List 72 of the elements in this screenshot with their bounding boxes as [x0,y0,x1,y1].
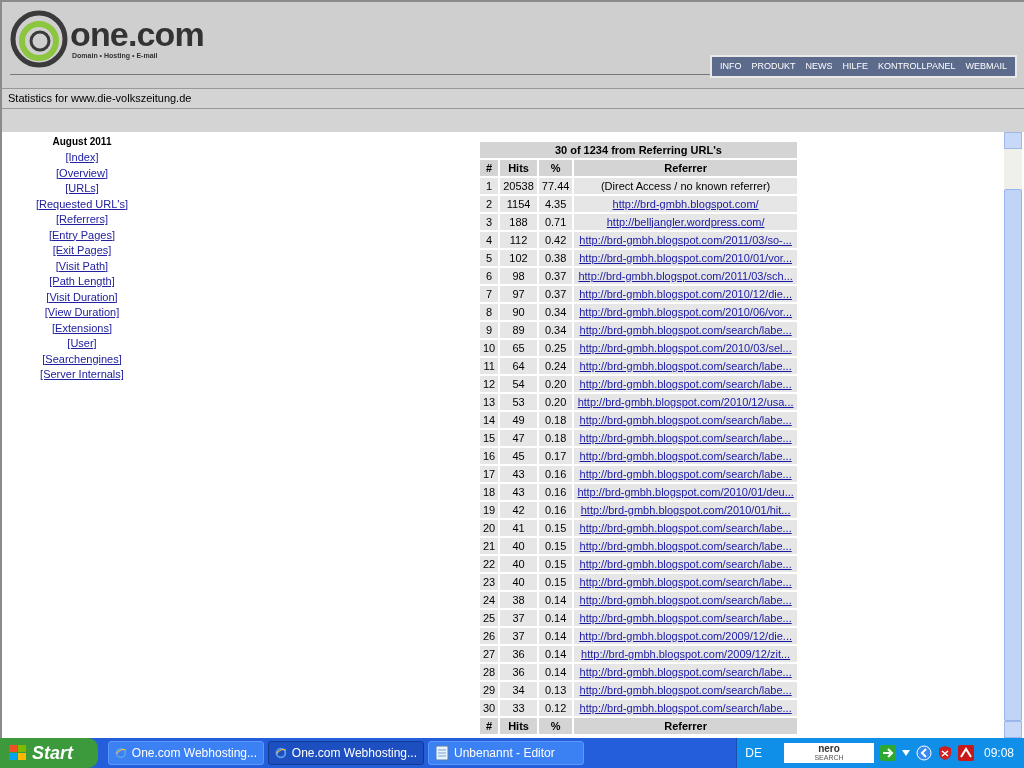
sidebar-link[interactable]: [Path Length] [49,274,115,289]
month-title: August 2011 [52,135,112,149]
nav-link[interactable]: INFO [720,59,742,74]
browser-icon [275,745,287,761]
referrer-link[interactable]: http://brd-gmbh.blogspot.com/search/labe... [579,539,792,552]
language-indicator: DE [745,745,762,762]
sidebar-link[interactable]: [Visit Path] [55,258,109,273]
referrer-link[interactable]: http://brd-gmbh.blogspot.com/2009/12/die... [579,629,792,642]
referrer-link[interactable]: http://brd-gmbh.blogspot.com/search/labe... [579,521,792,534]
referrer-link[interactable]: http://brd-gmbh.blogspot.com/search/labe... [579,467,792,480]
referrer-link[interactable]: http://brd-gmbh.blogspot.com/search/labe... [579,557,792,570]
referrer-link[interactable]: http://brd-gmbh.blogspot.com/2010/06/vor... [579,305,792,318]
referrer-link[interactable]: http://brd-gmbh.blogspot.com/ [612,197,759,210]
sidebar-link[interactable]: [Referrers] [56,212,108,227]
referrer-link[interactable]: http://brd-gmbh.blogspot.com/2010/12/usa... [577,395,794,408]
taskbar-button[interactable]: Unbenannt - Editor [428,741,584,765]
referrer-link[interactable]: http://brd-gmbh.blogspot.com/2010/01/vor... [579,251,792,264]
nav-link[interactable]: HILFE [842,59,869,74]
referrer-link[interactable]: http://brd-gmbh.blogspot.com/2011/03/so-... [579,233,792,246]
referrer-link[interactable]: http://brd-gmbh.blogspot.com/2010/12/die... [579,287,792,300]
table-title: 30 of 1234 from Referring URL's [479,141,798,159]
shield-icon[interactable] [937,745,952,761]
sidebar-link[interactable]: [Extensions] [52,320,112,335]
sidebar-link[interactable]: [Entry Pages] [48,227,115,242]
referrer-link[interactable]: http://brd-gmbh.blogspot.com/2010/03/sel... [579,341,792,354]
referrer-link[interactable]: http://brd-gmbh.blogspot.com/2010/01/deu... [577,485,794,498]
caret-icon[interactable] [901,750,910,756]
referrer-link[interactable]: http://brd-gmbh.blogspot.com/search/labe... [579,359,792,372]
sidebar-link[interactable]: [Searchengines] [42,351,122,366]
taskbar-button[interactable]: One.com Webhosting... [108,741,264,765]
sidebar-link[interactable]: [Index] [65,150,99,165]
logo-wordmark: one.com [70,16,204,51]
referrer-link[interactable]: http://brd-gmbh.blogspot.com/2011/03/sch... [578,269,793,282]
sidebar-link[interactable]: [Visit Duration] [46,289,118,304]
referrer-link[interactable]: http://brd-gmbh.blogspot.com/search/labe... [579,611,792,624]
sidebar-link[interactable]: [Overview] [56,165,108,180]
referrer-link[interactable]: http://brd-gmbh.blogspot.com/search/labe... [579,431,792,444]
arrow-right-icon[interactable] [879,745,896,761]
referrer-link[interactable]: http://brd-gmbh.blogspot.com/search/labe... [579,683,792,696]
nav-link[interactable]: PRODUKT [751,59,796,74]
sidebar-link[interactable]: [Exit Pages] [52,243,112,258]
notepad-icon [435,745,449,761]
windows-logo-icon [8,744,28,762]
nav-link[interactable]: KONTROLLPANEL [878,59,956,74]
referrer-link[interactable]: http://brd-gmbh.blogspot.com/2010/01/hit... [580,503,791,516]
sidebar-link[interactable]: [Server Internals] [40,367,124,382]
sidebar-link[interactable]: [User] [67,336,97,351]
referrer-link[interactable]: http://brd-gmbh.blogspot.com/search/labe... [579,377,792,390]
chevron-left-icon[interactable] [915,745,932,761]
logo-swirl-icon [10,10,68,68]
sidebar-link[interactable]: [URLs] [65,181,99,196]
antivirus-icon[interactable] [957,745,974,761]
statistics-heading: Statistics for www.die-volkszeitung.de [8,91,192,107]
referrer-link[interactable]: http://brd-gmbh.blogspot.com/search/labe... [579,323,792,336]
scrollbar[interactable] [1004,132,1022,738]
start-button[interactable]: Start [0,738,98,768]
sidebar-link[interactable]: [Requested URL's] [36,196,128,211]
browser-icon [115,745,127,761]
referrer-link[interactable]: http://brd-gmbh.blogspot.com/search/labe... [579,593,792,606]
referrer-link[interactable]: http://brd-gmbh.blogspot.com/2009/12/zit... [581,647,791,660]
clock: 09:08 [983,745,1014,762]
nav-link[interactable]: WEBMAIL [965,59,1007,74]
referrer-link[interactable]: http://brd-gmbh.blogspot.com/search/labe... [579,701,792,714]
referrer-link[interactable]: http://belljangler.wordpress.com/ [606,215,765,228]
sidebar-link[interactable]: [View Duration] [44,305,120,320]
logo-text: nero [818,744,840,753]
referrer-link[interactable]: http://brd-gmbh.blogspot.com/search/labe... [579,575,792,588]
referrer-link[interactable]: http://brd-gmbh.blogspot.com/search/labe... [579,449,792,462]
referrer-link[interactable]: http://brd-gmbh.blogspot.com/search/labe... [579,665,792,678]
taskbar-button[interactable]: One.com Webhosting... [268,741,424,765]
referrer-link[interactable]: http://brd-gmbh.blogspot.com/search/labe... [579,413,792,426]
nav-link[interactable]: NEWS [805,59,833,74]
